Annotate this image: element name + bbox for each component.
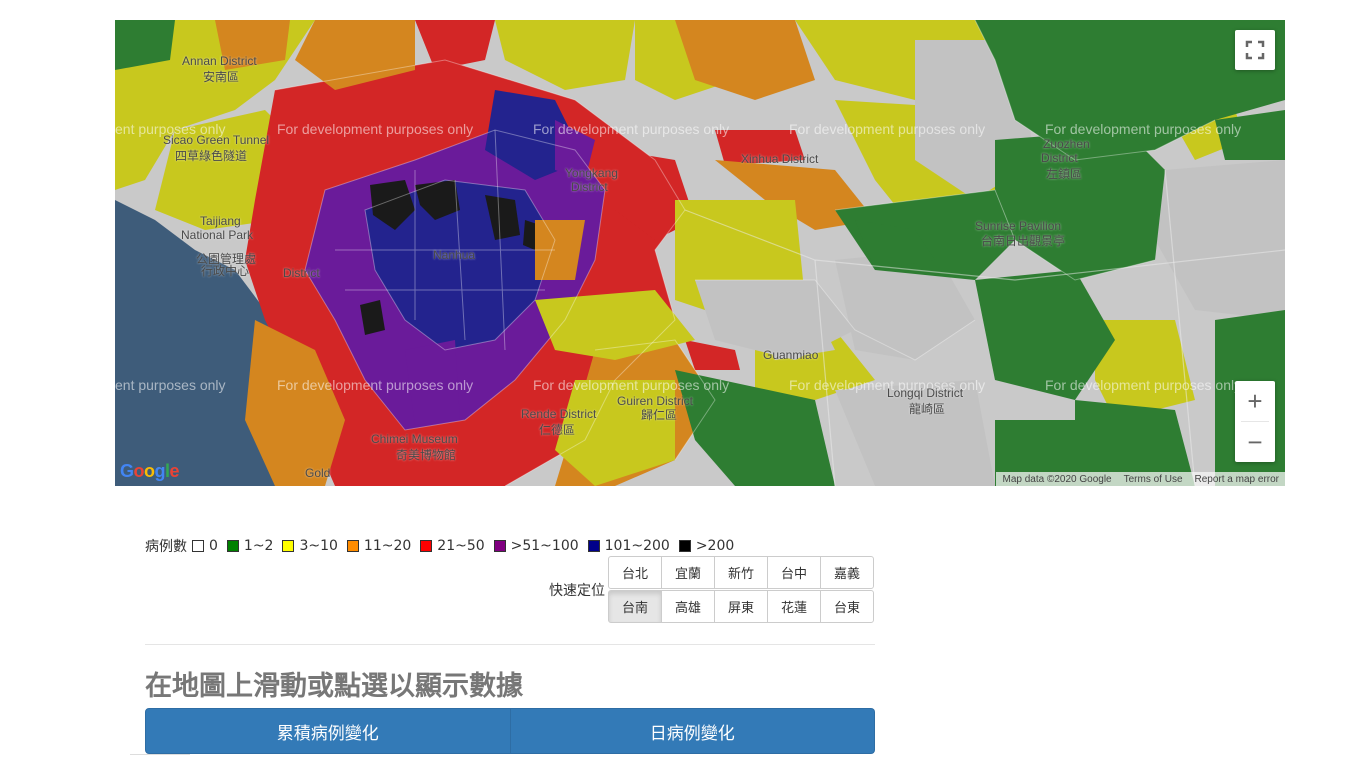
locate-chiayi-button[interactable]: 嘉義	[820, 556, 874, 589]
place-label: 龍崎區	[909, 402, 946, 416]
place-label: 仁德區	[539, 423, 576, 437]
watermark: For development purposes only	[1045, 121, 1242, 137]
watermark: For development purposes only	[533, 377, 730, 393]
watermark: For development purposes only	[789, 121, 986, 137]
place-label: National Park	[181, 228, 254, 242]
place-label: Taijiang	[200, 214, 241, 228]
place-label: 左鎮區	[1046, 167, 1083, 181]
locate-taitung-button[interactable]: 台東	[820, 590, 874, 623]
place-label: Sicao Green Tunnel	[163, 133, 270, 147]
place-label: 行政中心	[201, 264, 250, 278]
locate-taipei-button[interactable]: 台北	[608, 556, 662, 589]
chart-tabs: 累積病例變化 日病例變化	[145, 708, 875, 754]
legend-label: >51~100	[510, 538, 579, 554]
place-label: 歸仁區	[641, 408, 678, 422]
terms-of-use-link[interactable]: Terms of Use	[1124, 474, 1183, 485]
watermark: ent purposes only	[115, 377, 226, 393]
legend-label: 11~20	[363, 538, 412, 554]
locate-hsinchu-button[interactable]: 新竹	[714, 556, 768, 589]
locate-kaohsiung-button[interactable]: 高雄	[661, 590, 715, 623]
watermark: For development purposes only	[277, 121, 474, 137]
legend-swatch	[493, 540, 506, 552]
legend-swatch	[346, 540, 359, 552]
place-label: 台南日出觀景亭	[981, 234, 1066, 248]
locate-taichung-button[interactable]: 台中	[767, 556, 821, 589]
legend-swatch	[678, 540, 691, 552]
locate-pingtung-button[interactable]: 屏東	[714, 590, 768, 623]
locate-hualien-button[interactable]: 花蓮	[767, 590, 821, 623]
map-attribution: Map data ©2020 Google Terms of Use Repor…	[996, 472, 1285, 486]
map-regions[interactable]	[115, 20, 1285, 486]
legend-label: 3~10	[299, 538, 338, 554]
choropleth-map[interactable]: ent purposes only For development purpos…	[115, 20, 1285, 486]
fullscreen-button[interactable]	[1235, 30, 1275, 70]
locate-tainan-button[interactable]: 台南	[608, 590, 662, 623]
legend-swatch	[420, 540, 433, 552]
place-label: Xinhua District	[741, 152, 819, 166]
case-count-legend: 病例數 0 1~2 3~10 11~20 21~50 >51~100 101~2…	[145, 536, 738, 556]
tab-daily-cases[interactable]: 日病例變化	[510, 708, 875, 754]
locate-yilan-button[interactable]: 宜蘭	[661, 556, 715, 589]
place-label: Chimei Museum	[371, 432, 458, 446]
place-label: Yongkang	[565, 166, 618, 180]
instruction-heading: 在地圖上滑動或點選以顯示數據	[145, 671, 523, 702]
map-data-credit: Map data ©2020 Google	[1002, 473, 1112, 485]
quick-locate-row: 台南 高雄 屏東 花蓮 台東	[608, 590, 874, 623]
place-label: Nanhua	[433, 248, 476, 262]
place-label: Annan District	[182, 54, 257, 68]
place-label: 四草綠色隧道	[175, 149, 248, 163]
legend-swatch	[226, 540, 239, 552]
watermark: For development purposes only	[277, 377, 474, 393]
place-label: 安南區	[203, 70, 240, 84]
report-map-error-link[interactable]: Report a map error	[1195, 474, 1279, 485]
place-label: District	[571, 180, 608, 194]
quick-locate-label: 快速定位	[549, 583, 605, 599]
tab-cumulative-cases[interactable]: 累積病例變化	[145, 708, 511, 754]
place-label: District	[283, 266, 320, 280]
legend-swatch	[282, 540, 295, 552]
quick-locate-buttons: 台北 宜蘭 新竹 台中 嘉義 台南 高雄 屏東 花蓮 台東	[608, 556, 874, 624]
place-label: Sunrise Pavilion	[975, 219, 1062, 233]
legend-label: 0	[209, 538, 218, 554]
fullscreen-icon	[1245, 40, 1265, 60]
google-logo[interactable]: Google	[120, 461, 180, 482]
watermark: For development purposes only	[533, 121, 730, 137]
place-label: Zuozhen	[1043, 137, 1090, 151]
legend-label: 21~50	[437, 538, 485, 554]
place-label: Rende District	[521, 407, 597, 421]
place-label: Longqi District	[887, 386, 964, 400]
legend-label: 1~2	[243, 538, 274, 554]
section-divider	[145, 644, 875, 645]
quick-locate-row: 台北 宜蘭 新竹 台中 嘉義	[608, 556, 874, 589]
place-label: 奇美博物館	[396, 448, 457, 462]
watermark: For development purposes only	[1045, 377, 1242, 393]
legend-label: >200	[695, 538, 735, 554]
legend-label: 101~200	[604, 538, 670, 554]
legend-title: 病例數	[145, 539, 187, 555]
zoom-in-button[interactable]: +	[1235, 381, 1275, 421]
content-stub	[130, 754, 190, 758]
zoom-control: + −	[1235, 381, 1275, 462]
zoom-out-button[interactable]: −	[1235, 422, 1275, 462]
place-label: District	[1041, 151, 1078, 165]
legend-swatch	[192, 540, 204, 552]
place-label: Guanmiao	[763, 348, 819, 362]
place-label: Gold	[305, 466, 331, 480]
legend-swatch	[587, 540, 600, 552]
